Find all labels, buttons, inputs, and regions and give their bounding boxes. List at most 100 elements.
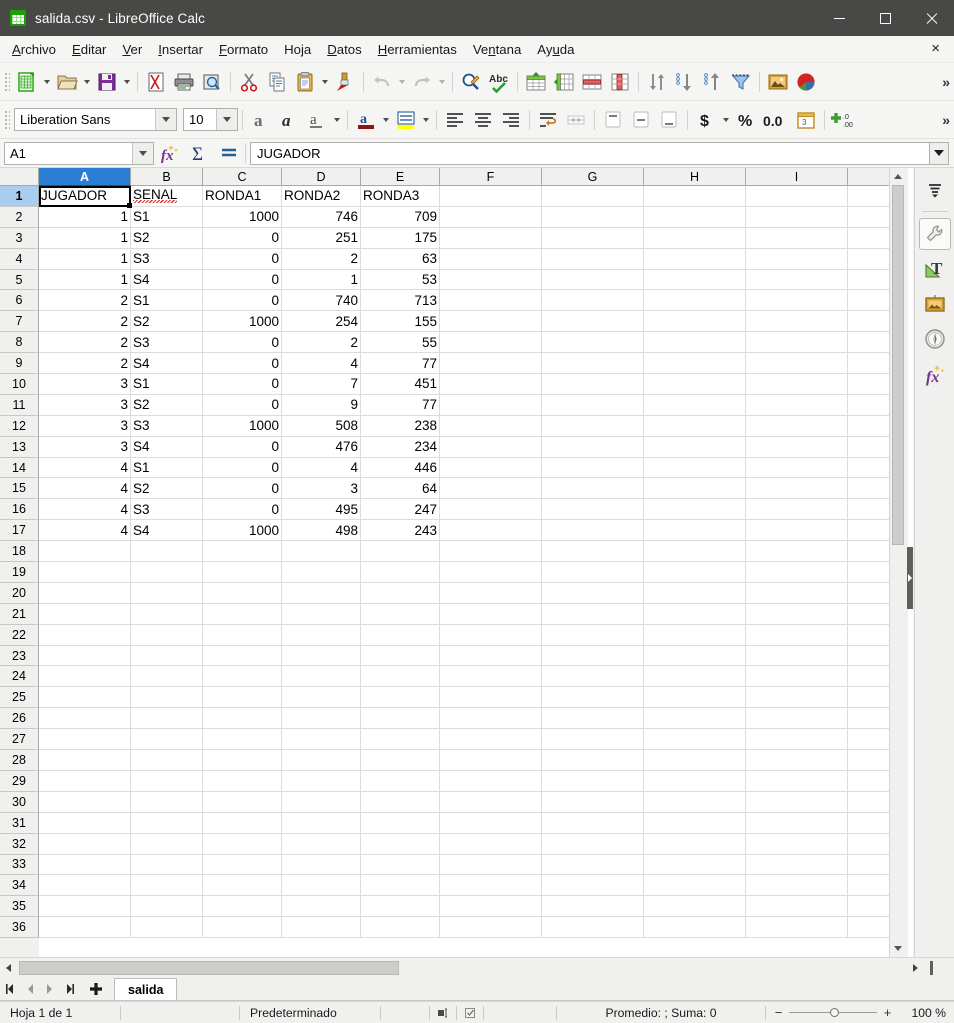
cell-x20[interactable] [848,582,889,604]
cell-H22[interactable] [644,624,746,646]
clone-formatting-icon[interactable] [331,68,359,96]
cell-C16[interactable]: 0 [203,499,282,521]
cell-x29[interactable] [848,770,889,792]
cell-C8[interactable]: 0 [203,332,282,354]
cell-A35[interactable] [39,896,131,918]
cell-D21[interactable] [282,603,361,625]
cell-C20[interactable] [203,582,282,604]
cell-C9[interactable]: 0 [203,353,282,375]
cell-B1[interactable]: SENAL [131,186,203,207]
cell-A4[interactable]: 1 [39,248,131,270]
row-header-18[interactable]: 18 [0,541,39,563]
cell-H26[interactable] [644,708,746,730]
cell-F15[interactable] [440,478,542,500]
cell-H11[interactable] [644,394,746,416]
cell-G19[interactable] [542,562,644,583]
sum-icon[interactable]: Σ [184,140,214,166]
cell-A1[interactable]: JUGADOR [39,186,131,207]
align-left-icon[interactable] [441,106,469,134]
functions-icon[interactable]: fx [919,358,951,390]
cell-G4[interactable] [542,248,644,270]
cell-B10[interactable]: S1 [131,374,203,395]
cell-G26[interactable] [542,708,644,730]
new-document-icon[interactable] [13,68,41,96]
menu-hoja[interactable]: Hoja [276,39,319,60]
cell-B2[interactable]: S1 [131,206,203,228]
row-header-16[interactable]: 16 [0,499,39,521]
cell-C24[interactable] [203,666,282,688]
formatting-toolbar-overflow[interactable]: » [936,112,954,128]
cell-I35[interactable] [746,896,848,918]
cell-x13[interactable] [848,436,889,458]
horizontal-scroll-track[interactable] [17,960,907,975]
horizontal-scroll-thumb[interactable] [19,960,399,975]
row-header-36[interactable]: 36 [0,917,39,939]
menu-editar[interactable]: Editar [64,39,114,60]
close-document-button[interactable]: × [931,41,950,58]
cell-H5[interactable] [644,269,746,291]
navigator-icon[interactable] [919,323,951,355]
cell-E10[interactable]: 451 [361,374,440,395]
cell-I30[interactable] [746,791,848,813]
cell-C34[interactable] [203,875,282,897]
delete-column-icon[interactable] [606,68,634,96]
cell-H1[interactable] [644,186,746,207]
row-header-5[interactable]: 5 [0,269,39,291]
sort-ascending-icon[interactable] [671,68,699,96]
cell-C27[interactable] [203,729,282,751]
cell-E27[interactable] [361,729,440,751]
cell-A31[interactable] [39,812,131,834]
cell-I16[interactable] [746,499,848,521]
cell-D2[interactable]: 746 [282,206,361,228]
cell-E11[interactable]: 77 [361,394,440,416]
styles-icon[interactable]: T [919,253,951,285]
cell-D12[interactable]: 508 [282,415,361,437]
cell-E14[interactable]: 446 [361,457,440,479]
cell-C2[interactable]: 1000 [203,206,282,228]
cell-H33[interactable] [644,854,746,876]
cell-F1[interactable] [440,186,542,207]
cell-x23[interactable] [848,645,889,667]
cell-x2[interactable] [848,206,889,228]
percent-format-icon[interactable]: % [732,106,760,134]
cell-H34[interactable] [644,875,746,897]
cell-B26[interactable] [131,708,203,730]
add-decimal-icon[interactable]: .0 .00 [829,106,861,134]
row-header-14[interactable]: 14 [0,457,39,479]
cell-A19[interactable] [39,562,131,583]
cell-F17[interactable] [440,520,542,542]
cell-E1[interactable]: RONDA3 [361,186,440,207]
select-all-corner[interactable] [0,168,39,186]
cell-x5[interactable] [848,269,889,291]
cell-I15[interactable] [746,478,848,500]
cell-x26[interactable] [848,708,889,730]
cell-A5[interactable]: 1 [39,269,131,291]
cell-A27[interactable] [39,729,131,751]
cell-A7[interactable]: 2 [39,311,131,333]
cell-G23[interactable] [542,645,644,667]
cell-G9[interactable] [542,353,644,375]
row-header-20[interactable]: 20 [0,582,39,604]
cell-F7[interactable] [440,311,542,333]
cell-C22[interactable] [203,624,282,646]
cell-x33[interactable] [848,854,889,876]
cell-I26[interactable] [746,708,848,730]
name-box[interactable]: A1 [4,141,154,165]
cell-I9[interactable] [746,353,848,375]
cell-A30[interactable] [39,791,131,813]
cell-A23[interactable] [39,645,131,667]
column-header-D[interactable]: D [282,168,361,186]
cell-G30[interactable] [542,791,644,813]
cell-D35[interactable] [282,896,361,918]
cell-C29[interactable] [203,770,282,792]
cell-H16[interactable] [644,499,746,521]
cell-F19[interactable] [440,562,542,583]
cell-C21[interactable] [203,603,282,625]
cell-B18[interactable] [131,541,203,563]
cell-A6[interactable]: 2 [39,290,131,312]
cell-D26[interactable] [282,708,361,730]
delete-row-icon[interactable] [578,68,606,96]
cell-H15[interactable] [644,478,746,500]
cell-A29[interactable] [39,770,131,792]
cell-x36[interactable] [848,917,889,939]
